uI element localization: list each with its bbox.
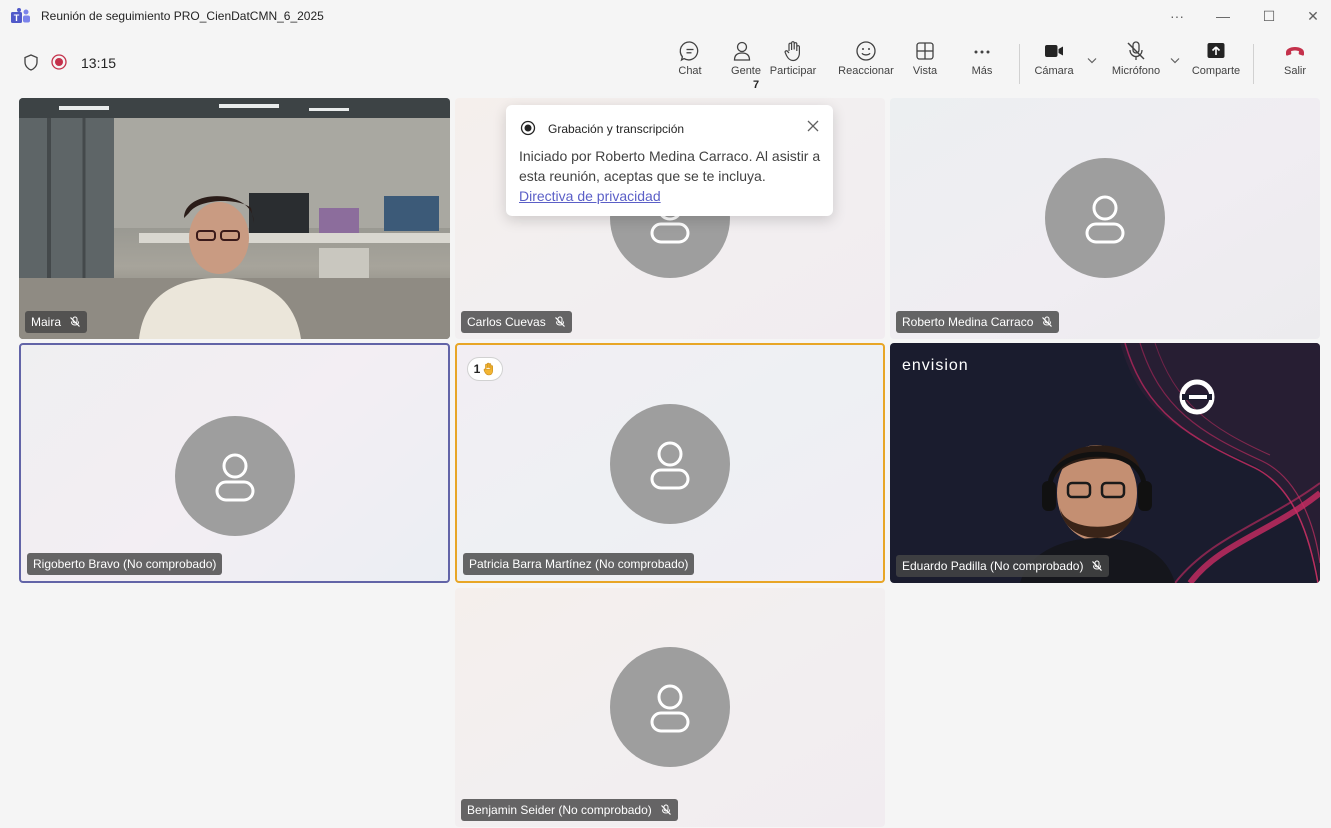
participant-name-tag: Eduardo Padilla (No comprobado) (896, 555, 1110, 577)
window-maximize-button[interactable]: ☐ (1246, 0, 1292, 32)
mic-muted-icon (554, 316, 565, 327)
participant-name-tag: Maira (25, 311, 88, 333)
chat-label: Chat (678, 65, 702, 77)
participant-tile-eduardo-padilla[interactable]: envision Eduardo Padilla (No comprobado) (890, 343, 1320, 583)
participant-name: Patricia Barra Martínez (No comprobado) (469, 557, 689, 571)
more-icon (974, 50, 990, 54)
people-icon (733, 41, 751, 61)
microphone-label: Micrófono (1111, 65, 1161, 77)
microphone-button[interactable]: Micrófono (1108, 40, 1164, 90)
participant-name: Roberto Medina Carraco (902, 315, 1034, 329)
toolbar-divider-2 (1253, 44, 1254, 84)
participant-name-tag: Roberto Medina Carraco (896, 311, 1060, 333)
more-label: Más (971, 65, 993, 77)
window-title: Reunión de seguimiento PRO_CienDatCMN_6_… (41, 9, 324, 23)
avatar (175, 416, 295, 536)
microphone-options-chevron-icon[interactable] (1169, 54, 1181, 66)
share-screen-icon (1207, 43, 1225, 58)
window-minimize-button[interactable]: — (1200, 0, 1246, 32)
title-bar: T Reunión de seguimiento PRO_CienDatCMN_… (0, 0, 1331, 32)
participant-name-tag: Benjamin Seider (No comprobado) (461, 799, 678, 821)
participant-tile-maira[interactable]: Maira (19, 98, 450, 339)
popup-body: Iniciado por Roberto Medina Carraco. Al … (519, 148, 821, 184)
participant-name: Rigoberto Bravo (No comprobado) (33, 557, 217, 571)
smiley-icon (856, 41, 876, 61)
participant-name-tag: Patricia Barra Martínez (No comprobado) (463, 553, 695, 575)
participant-name-tag: Rigoberto Bravo (No comprobado) (27, 553, 223, 575)
svg-text:T: T (14, 13, 20, 23)
recording-icon[interactable] (51, 54, 67, 70)
react-button[interactable]: Reaccionar (838, 40, 894, 90)
view-button[interactable]: Vista (908, 40, 942, 90)
avatar (1045, 158, 1165, 278)
chat-icon (679, 41, 699, 62)
people-count-badge: 7 (753, 79, 760, 91)
meeting-toolbar: 13:15 Chat Gente 7 Participar Reaccionar… (0, 32, 1331, 94)
participant-name-tag: Carlos Cuevas (461, 311, 572, 333)
camera-icon (1045, 45, 1063, 57)
participant-name: Benjamin Seider (No comprobado) (467, 803, 652, 817)
recording-icon (520, 120, 536, 136)
microphone-muted-icon (1127, 41, 1145, 60)
raised-hand-icon (484, 362, 494, 376)
leave-button[interactable]: Salir (1280, 40, 1310, 90)
raise-hand-icon (784, 41, 800, 62)
participant-tile-patricia-barra-martinez[interactable]: 1 Patricia Barra Martínez (No comprobado… (455, 343, 885, 583)
person-icon (650, 684, 690, 733)
chat-button[interactable]: Chat (674, 40, 706, 90)
person-icon (650, 441, 690, 490)
share-button[interactable]: Comparte (1190, 40, 1242, 90)
privacy-policy-link[interactable]: Directiva de privacidad (519, 188, 661, 204)
participant-tile-roberto-medina-carraco[interactable]: Roberto Medina Carraco (890, 98, 1320, 339)
participant-name: Maira (31, 315, 62, 329)
envision-brand-text: envision (902, 357, 969, 374)
person-icon (215, 453, 255, 502)
video-feed-eduardo (1020, 343, 1320, 583)
toolbar-divider (1019, 44, 1020, 84)
raised-hand-badge: 1 (467, 357, 503, 381)
raise-hand-label: Participar (769, 65, 817, 77)
mic-muted-icon (1092, 560, 1103, 571)
people-label: Gente (731, 65, 761, 77)
hang-up-icon (1286, 47, 1304, 56)
mic-muted-icon (1042, 316, 1053, 327)
close-icon[interactable] (805, 118, 821, 134)
participant-name: Carlos Cuevas (467, 315, 546, 329)
camera-button[interactable]: Cámara (1032, 40, 1076, 90)
raised-hand-count: 1 (473, 362, 481, 376)
mic-muted-icon (660, 804, 671, 815)
participant-name: Eduardo Padilla (No comprobado) (902, 559, 1084, 573)
mic-muted-icon (70, 316, 80, 327)
person-icon (1085, 195, 1125, 244)
shield-icon[interactable] (24, 54, 38, 71)
avatar (610, 647, 730, 767)
window-more-button[interactable]: ··· (1154, 0, 1200, 32)
window-close-button[interactable]: ✕ (1290, 0, 1331, 32)
grid-view-icon (916, 42, 934, 60)
meeting-timer: 13:15 (81, 55, 117, 71)
camera-label: Cámara (1034, 65, 1074, 77)
share-label: Comparte (1191, 65, 1241, 77)
teams-logo-icon: T (11, 8, 30, 23)
recording-notification-popup: Grabación y transcripción Iniciado por R… (506, 105, 833, 216)
participant-tile-benjamin-seider[interactable]: Benjamin Seider (No comprobado) (455, 588, 885, 827)
more-button[interactable]: Más (966, 40, 998, 90)
view-label: Vista (912, 65, 938, 77)
raise-hand-button[interactable]: Participar (766, 40, 820, 90)
video-feed-maira (19, 98, 450, 339)
camera-options-chevron-icon[interactable] (1086, 54, 1098, 66)
popup-title: Grabación y transcripción (548, 122, 685, 136)
people-button[interactable]: Gente (726, 40, 766, 90)
react-label: Reaccionar (838, 65, 894, 77)
leave-label: Salir (1283, 65, 1306, 77)
avatar (610, 404, 730, 524)
participant-tile-rigoberto-bravo[interactable]: Rigoberto Bravo (No comprobado) (19, 343, 450, 583)
